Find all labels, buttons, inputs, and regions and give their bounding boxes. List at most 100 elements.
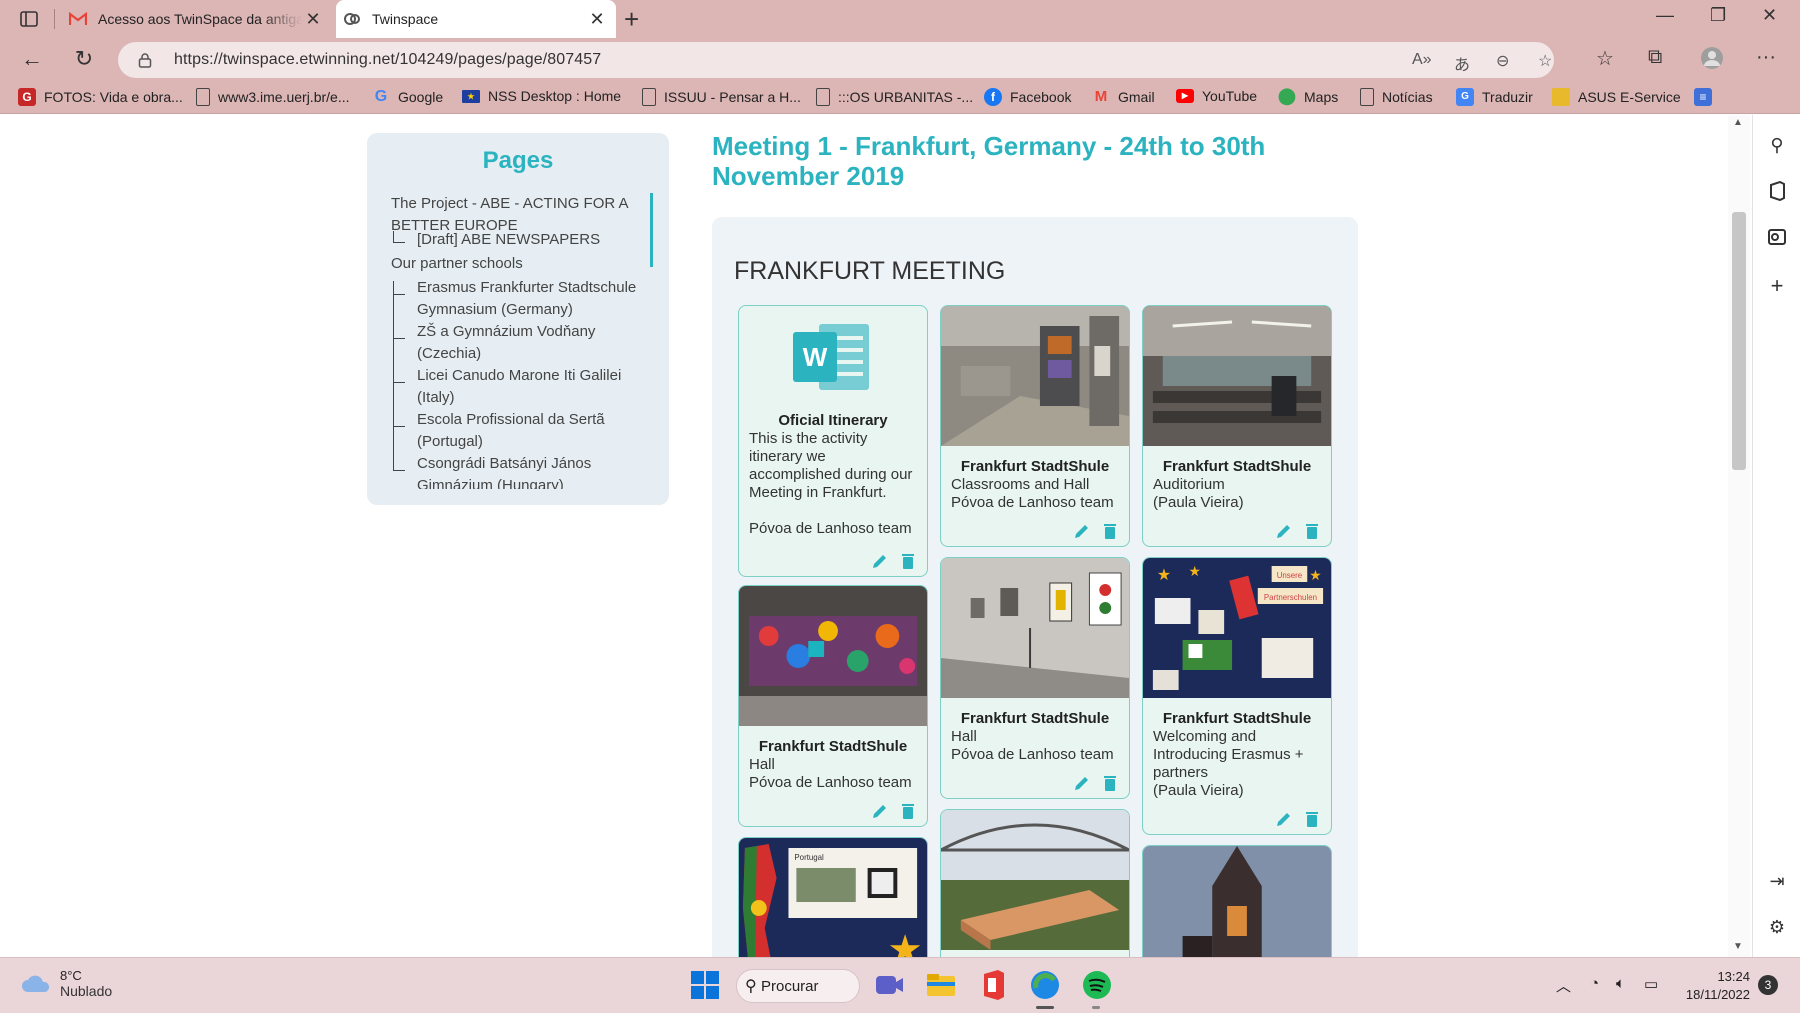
page-link-portugal[interactable]: Escola Profissional da Sertã (Portugal) <box>417 409 637 453</box>
workspaces-icon[interactable] <box>18 8 40 30</box>
url-field[interactable]: https://twinspace.etwinning.net/104249/p… <box>118 42 1554 78</box>
bookmark-issuu[interactable]: ISSUU - Pensar a H... <box>642 88 801 106</box>
photo-cathedral <box>1143 846 1331 957</box>
profile-avatar[interactable] <box>1700 46 1724 76</box>
edit-icon[interactable] <box>1073 774 1091 792</box>
clock[interactable]: 13:24 18/11/2022 <box>1682 968 1750 1004</box>
bookmark-facebook[interactable]: f Facebook <box>984 88 1071 106</box>
card-welcoming[interactable]: ★ ★ ★ Unsere Partnerschulen Frankfurt St… <box>1142 557 1332 835</box>
wifi-icon[interactable]: ◔ <box>1590 975 1599 992</box>
page-link-italy[interactable]: Licei Canudo Marone Iti Galilei (Italy) <box>417 365 637 409</box>
bookmark-noticias[interactable]: Notícias <box>1360 88 1433 106</box>
card-river-bridge[interactable] <box>940 809 1130 957</box>
read-aloud-icon[interactable]: A» <box>1412 51 1432 69</box>
scrollbar-thumb[interactable] <box>1732 212 1746 470</box>
page-icon <box>642 88 656 106</box>
bookmark-ime[interactable]: www3.ime.uerj.br/e... <box>196 88 349 106</box>
card-portugal-poster[interactable]: Portugal ★ <box>738 837 928 957</box>
scroll-up-icon[interactable]: ▲ <box>1733 117 1743 128</box>
favorites-icon[interactable]: ☆ <box>1596 46 1614 71</box>
tab-gmail[interactable]: Acesso aos TwinSpace da antiga ✕ <box>62 0 332 38</box>
edge-browser-icon[interactable] <box>1028 968 1062 1002</box>
spotify-icon[interactable] <box>1080 968 1114 1002</box>
add-favorite-icon[interactable]: ☆ <box>1538 51 1552 71</box>
sidebar-toggle-icon[interactable]: ⇥ <box>1766 871 1788 893</box>
card-actions <box>871 552 917 570</box>
search-icon: ⚲ <box>745 978 757 995</box>
page-link-partner-schools[interactable]: Our partner schools <box>391 253 631 275</box>
page-link-hungary-cont[interactable]: Gimnázium (Hungary) <box>417 475 637 489</box>
refresh-icon[interactable]: ↻ <box>70 46 98 72</box>
outlook-icon[interactable] <box>1766 227 1788 249</box>
edit-icon[interactable] <box>871 802 889 820</box>
edit-icon[interactable] <box>871 552 889 570</box>
taskbar-search[interactable]: ⚲ Procurar <box>736 969 860 1003</box>
page-link-germany[interactable]: Erasmus Frankfurter Stadtschule Gymnasiu… <box>417 277 637 321</box>
page-link-newspapers[interactable]: [Draft] ABE NEWSPAPERS <box>417 229 637 251</box>
card-description: Hall <box>749 756 775 773</box>
bookmark-maps[interactable]: ⬤ Maps <box>1278 88 1338 106</box>
collections-icon[interactable]: ⧉ <box>1648 46 1662 69</box>
search-icon[interactable]: ⚲ <box>1766 135 1788 157</box>
volume-icon[interactable]: 🔈︎ <box>1616 975 1625 992</box>
delete-icon[interactable] <box>899 802 917 820</box>
page-scrollbar[interactable]: ▲ ▼ <box>1728 115 1750 957</box>
add-icon[interactable]: + <box>1766 273 1788 298</box>
office-app-icon[interactable] <box>976 968 1010 1002</box>
scroll-down-icon[interactable]: ▼ <box>1733 941 1743 952</box>
bookmark-asus[interactable]: ASUS E-Service <box>1552 88 1681 106</box>
card-itinerary[interactable]: W Oficial Itinerary This is the activity… <box>738 305 928 577</box>
zoom-out-icon[interactable]: ⊖ <box>1496 51 1509 71</box>
delete-icon[interactable] <box>899 552 917 570</box>
more-icon[interactable]: ··· <box>1756 46 1776 69</box>
bookmark-fotos[interactable]: G FOTOS: Vida e obra... <box>18 88 183 106</box>
battery-icon[interactable]: ▭ <box>1644 975 1658 993</box>
card-cathedral[interactable] <box>1142 845 1332 957</box>
delete-icon[interactable] <box>1101 774 1119 792</box>
page-icon <box>816 88 830 106</box>
bookmark-traduzir[interactable]: G Traduzir <box>1456 88 1533 106</box>
bookmark-youtube[interactable]: ▶ YouTube <box>1176 88 1257 104</box>
lock-icon[interactable] <box>138 52 152 68</box>
page-link-czechia[interactable]: ZŠ a Gymnázium Vodňany (Czechia) <box>417 321 637 365</box>
sidebar-scrollbar[interactable] <box>650 193 653 267</box>
gmail-icon: M <box>1094 88 1108 105</box>
card-classrooms-hall[interactable]: Frankfurt StadtShule Classrooms and Hall… <box>940 305 1130 547</box>
minimize-icon[interactable]: — <box>1656 5 1674 26</box>
edit-icon[interactable] <box>1275 522 1293 540</box>
back-icon[interactable]: ← <box>18 46 46 72</box>
chevron-up-icon[interactable]: ︿ <box>1556 975 1571 996</box>
bookmark-google[interactable]: G Google <box>372 88 443 106</box>
bookmark-gmail[interactable]: M Gmail <box>1092 88 1155 106</box>
bookmark-nss[interactable]: ★ NSS Desktop : Home <box>462 88 621 104</box>
card-author: Póvoa de Lanhoso team <box>951 494 1114 511</box>
close-tab-icon[interactable]: ✕ <box>586 9 608 30</box>
translate-page-icon[interactable]: あ <box>1454 51 1470 75</box>
weather-widget[interactable]: 8°C Nublado <box>20 968 112 999</box>
delete-icon[interactable] <box>1303 522 1321 540</box>
delete-icon[interactable] <box>1303 810 1321 828</box>
gear-icon[interactable]: ⚙ <box>1766 917 1788 939</box>
close-window-icon[interactable]: ✕ <box>1762 5 1777 26</box>
notification-badge[interactable]: 3 <box>1758 975 1778 995</box>
delete-icon[interactable] <box>1101 522 1119 540</box>
page-content: Pages The Project - ABE - ACTING FOR A B… <box>0 115 1728 957</box>
tab-twinspace[interactable]: Twinspace ✕ <box>336 0 616 38</box>
card-hall-frames[interactable]: Frankfurt StadtShule Hall Póvoa de Lanho… <box>940 557 1130 799</box>
edit-icon[interactable] <box>1073 522 1091 540</box>
page-link-hungary[interactable]: Csongrádi Batsányi János <box>417 453 637 475</box>
card-auditorium[interactable]: Frankfurt StadtShule Auditorium (Paula V… <box>1142 305 1332 547</box>
restore-icon[interactable]: ❐ <box>1710 5 1726 26</box>
windows-start-icon[interactable] <box>688 968 722 1002</box>
svg-text:★: ★ <box>1157 567 1171 584</box>
meet-icon[interactable] <box>872 968 906 1002</box>
card-hall-art[interactable]: Frankfurt StadtShule Hall Póvoa de Lanho… <box>738 585 928 827</box>
edit-icon[interactable] <box>1275 810 1293 828</box>
svg-text:★: ★ <box>1309 567 1321 583</box>
close-tab-icon[interactable]: ✕ <box>302 9 324 30</box>
office-icon[interactable] <box>1766 180 1788 203</box>
bookmark-extra[interactable]: ≡ <box>1694 88 1720 106</box>
new-tab-icon[interactable]: + <box>624 6 639 32</box>
bookmark-urbanitas[interactable]: :::OS URBANITAS -... <box>816 88 973 106</box>
file-explorer-icon[interactable] <box>924 968 958 1002</box>
